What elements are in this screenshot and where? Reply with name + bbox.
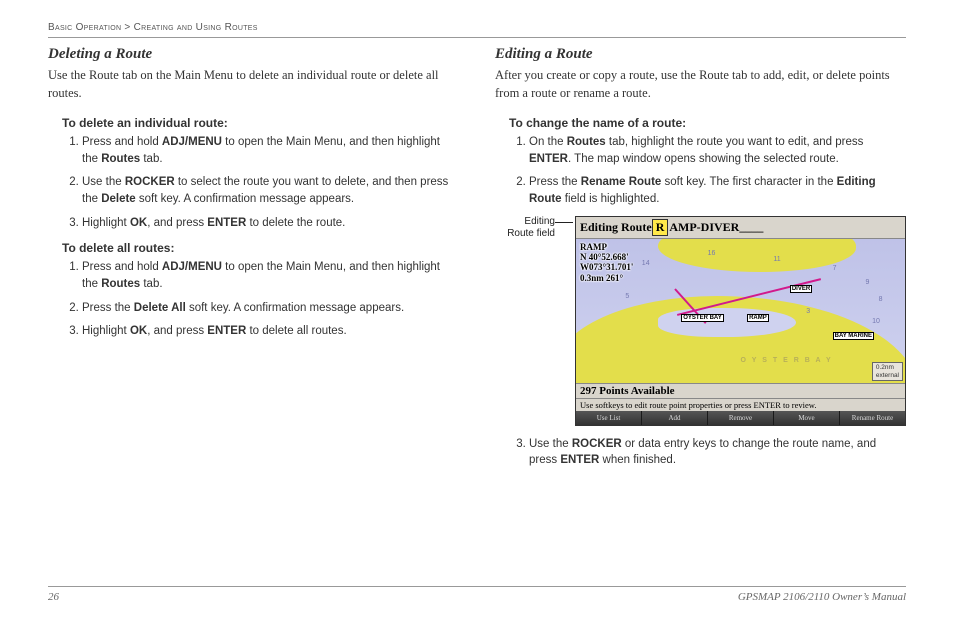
left-column: Deleting a Route Use the Route tab on th… [48,46,459,476]
intro-editing: After you create or copy a route, use th… [495,67,906,102]
waypoint-label: OYSTER BAY [681,314,723,322]
steps-rename-post: Use the ROCKER or data entry keys to cha… [529,436,906,469]
breadcrumb-sub: Creating and Using Routes [134,22,258,33]
softkey-hint: Use softkeys to edit route point propert… [576,398,905,411]
water-shape-icon [658,308,796,337]
proc-title-rename: To change the name of a route: [509,116,906,130]
step: Press the Rename Route soft key. The fir… [529,174,906,207]
depth-number: 9 [866,279,870,286]
callout-line-icon [555,222,573,223]
softkey-remove[interactable]: Remove [708,411,774,425]
heading-editing: Editing a Route [495,46,906,63]
gps-screenshot: Editing Route R AMP-DIVER____ RAMP N 40°… [575,216,906,426]
page-footer: 26 GPSMAP 2106/2110 Owner’s Manual [48,586,906,603]
steps-delete-one: Press and hold ADJ/MENU to open the Main… [82,134,459,231]
points-available: 297 Points Available [576,383,905,398]
step: Press the Delete All soft key. A confirm… [82,300,459,317]
heading-deleting: Deleting a Route [48,46,459,63]
intro-deleting: Use the Route tab on the Main Menu to de… [48,67,459,102]
step: Highlight OK, and press ENTER to delete … [82,323,459,340]
page-number: 26 [48,591,59,603]
manual-title: GPSMAP 2106/2110 Owner’s Manual [738,591,906,603]
titlebar-label: Editing Route [580,220,652,235]
editing-route-field: Editing Route R AMP-DIVER____ [576,217,905,239]
map-area: RAMP N 40°52.668' W073°31.701' 0.3nm 261… [576,239,905,383]
titlebar-rest: AMP-DIVER____ [669,220,763,235]
softkey-use-list[interactable]: Use List [576,411,642,425]
proc-title-delete-all: To delete all routes: [62,241,459,255]
depth-number: 16 [708,250,716,257]
softkey-bar: Use List Add Remove Move Rename Route [576,411,905,425]
map-scale: 0.2nm external [872,362,903,380]
steps-delete-all: Press and hold ADJ/MENU to open the Main… [82,259,459,340]
position-info: RAMP N 40°52.668' W073°31.701' 0.3nm 261… [578,241,635,284]
waypoint-label: RAMP [747,314,769,322]
step: On the Routes tab, highlight the route y… [529,134,906,167]
step: Press and hold ADJ/MENU to open the Main… [82,259,459,292]
step: Highlight OK, and press ENTER to delete … [82,215,459,232]
land-shape-icon [658,239,855,272]
figure-callout: Editing Route field [503,216,555,240]
depth-number: 7 [833,265,837,272]
depth-number: 3 [806,308,810,315]
depth-number: 11 [773,256,780,263]
depth-number: 10 [872,318,880,325]
proc-title-delete-one: To delete an individual route: [62,116,459,130]
depth-number: 14 [642,260,650,267]
softkey-add[interactable]: Add [642,411,708,425]
steps-rename-pre: On the Routes tab, highlight the route y… [529,134,906,208]
breadcrumb-section: Basic Operation [48,22,121,33]
depth-number: 5 [625,293,629,300]
bay-label: O Y S T E R B A Y [741,357,833,364]
softkey-move[interactable]: Move [774,411,840,425]
breadcrumb-sep: > [121,22,133,33]
figure-wrap: Editing Route field Editing Route R AMP-… [503,216,906,426]
cursor-char: R [652,219,669,236]
step: Use the ROCKER to select the route you w… [82,174,459,207]
waypoint-label: BAY MARINE [833,332,874,340]
softkey-rename-route[interactable]: Rename Route [840,411,905,425]
step: Use the ROCKER or data entry keys to cha… [529,436,906,469]
depth-number: 8 [879,296,883,303]
step: Press and hold ADJ/MENU to open the Main… [82,134,459,167]
right-column: Editing a Route After you create or copy… [495,46,906,476]
breadcrumb: Basic Operation > Creating and Using Rou… [48,22,906,38]
waypoint-label: DIVER [790,285,812,293]
